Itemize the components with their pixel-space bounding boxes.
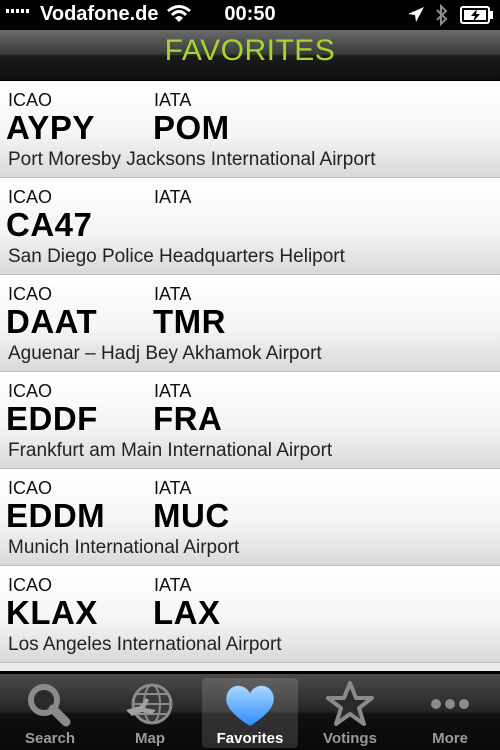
navigation-bar: FAVORITES <box>0 30 500 81</box>
tab-label: Votings <box>323 730 377 747</box>
airport-name: San Diego Police Headquarters Heliport <box>8 246 345 267</box>
icao-label: ICAO <box>8 90 53 110</box>
icao-label: ICAO <box>8 575 53 595</box>
tab-label: More <box>432 730 468 747</box>
iata-label: IATA <box>154 575 192 595</box>
iata-label: IATA <box>154 187 192 207</box>
bluetooth-icon <box>434 3 450 32</box>
iata-code: LAX <box>153 594 221 631</box>
iata-label: IATA <box>154 478 192 498</box>
icao-code: EDDF <box>6 400 98 437</box>
favorite-row[interactable]: ICAO IATA EDDF FRA Frankfurt am Main Int… <box>0 372 500 469</box>
icao-label: ICAO <box>8 284 53 304</box>
carrier-name: Vodafone.de <box>40 3 159 25</box>
tab-search[interactable]: Search <box>2 674 98 750</box>
location-arrow-icon <box>406 6 426 30</box>
tab-more[interactable]: More <box>402 674 498 750</box>
page-title: FAVORITES <box>164 34 336 67</box>
iata-code: TMR <box>153 303 226 340</box>
icao-code: DAAT <box>6 303 98 340</box>
favorite-row[interactable]: ICAO IATA DAAT TMR Aguenar – Hadj Bey Ak… <box>0 275 500 372</box>
iata-label: IATA <box>154 284 192 304</box>
more-icon <box>431 699 469 709</box>
icao-code: KLAX <box>6 594 98 631</box>
wifi-icon <box>166 4 192 30</box>
globe-icon <box>126 683 173 725</box>
tab-bar: Search Map Favorites Votings More <box>0 673 500 750</box>
tab-label: Search <box>24 730 76 747</box>
battery-charging-icon <box>460 6 494 30</box>
signal-strength-icon <box>6 9 29 13</box>
icao-code: AYPY <box>6 109 95 146</box>
favorite-row[interactable]: ICAO IATA CA47 San Diego Police Headquar… <box>0 178 500 275</box>
airport-name: Port Moresby Jacksons International Airp… <box>8 149 376 170</box>
app-screen: Vodafone.de 00:50 FAVORITES ICAO IATA AY… <box>0 0 500 750</box>
favorite-row[interactable]: ICAO IATA EDDM MUC Munich International … <box>0 469 500 566</box>
favorite-row[interactable]: ICAO IATA AYPY POM Port Moresby Jacksons… <box>0 81 500 178</box>
icao-label: ICAO <box>8 381 53 401</box>
iata-code: POM <box>153 109 230 146</box>
tab-label: Map <box>135 730 165 747</box>
airport-name: Los Angeles International Airport <box>8 634 282 655</box>
favorites-list[interactable]: ICAO IATA AYPY POM Port Moresby Jacksons… <box>0 81 500 671</box>
iata-code: FRA <box>153 400 223 437</box>
search-icon <box>28 684 71 727</box>
icao-code: EDDM <box>6 497 106 534</box>
airport-name: Aguenar – Hadj Bey Akhamok Airport <box>8 343 322 364</box>
icao-label: ICAO <box>8 478 53 498</box>
airport-name: Frankfurt am Main International Airport <box>8 440 333 461</box>
iata-label: IATA <box>154 90 192 110</box>
iata-code: MUC <box>153 497 230 534</box>
favorite-row[interactable]: ICAO IATA KLAX LAX Los Angeles Internati… <box>0 566 500 663</box>
tab-votings[interactable]: Votings <box>302 674 398 750</box>
tab-map[interactable]: Map <box>102 674 198 750</box>
tab-favorites[interactable]: Favorites <box>202 678 298 748</box>
star-icon <box>326 681 374 726</box>
tab-label: Favorites <box>216 730 284 747</box>
airport-name: Munich International Airport <box>8 537 240 558</box>
icao-code: CA47 <box>6 206 93 243</box>
status-bar: Vodafone.de 00:50 <box>0 0 500 30</box>
icao-label: ICAO <box>8 187 53 207</box>
iata-label: IATA <box>154 381 192 401</box>
heart-icon <box>226 685 274 726</box>
